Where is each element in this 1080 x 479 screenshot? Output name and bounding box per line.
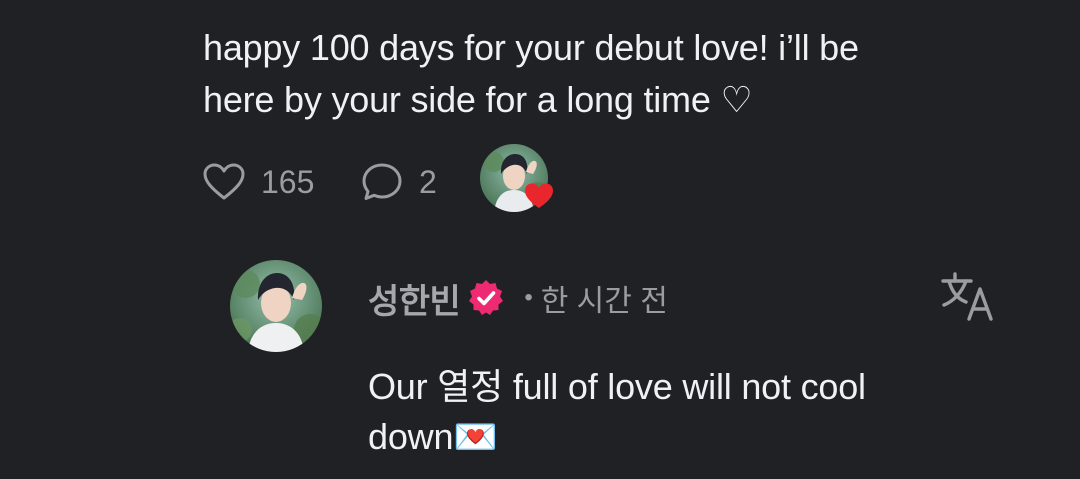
comment-body: happy 100 days for your debut love! i’ll… bbox=[203, 22, 1003, 126]
reply-line-2: down💌 bbox=[368, 416, 498, 457]
reply-header: 성한빈 • 한 시간 전 bbox=[368, 278, 668, 321]
reply-body: Our 열정 full of love will not cool down💌 bbox=[368, 362, 1028, 462]
reply-timestamp: 한 시간 전 bbox=[540, 285, 668, 318]
like-count: 165 bbox=[261, 163, 315, 200]
red-heart-icon bbox=[525, 183, 553, 208]
reply-button[interactable]: 2 bbox=[361, 150, 437, 214]
translate-button[interactable] bbox=[940, 270, 996, 322]
comment-line-1: happy 100 days for your debut love! i’ll… bbox=[203, 27, 859, 68]
reply-line-1: Our 열정 full of love will not cool bbox=[368, 366, 866, 407]
comment-line-2: here by your side for a long time ♡ bbox=[203, 79, 753, 120]
reply-count: 2 bbox=[419, 163, 437, 200]
creator-liked-indicator bbox=[480, 144, 560, 216]
reply-author-avatar[interactable] bbox=[230, 260, 322, 352]
verified-badge-icon bbox=[469, 280, 504, 315]
reply-item: 성한빈 • 한 시간 전 Our 열정 full of love will no… bbox=[230, 260, 1050, 460]
translate-icon bbox=[941, 272, 993, 321]
comment-thread: happy 100 days for your debut love! i’ll… bbox=[0, 0, 1080, 479]
like-button[interactable]: 165 bbox=[203, 150, 314, 214]
reply-author-name[interactable]: 성한빈 bbox=[368, 274, 461, 323]
speech-bubble-icon bbox=[362, 163, 402, 200]
heart-outline-icon bbox=[203, 163, 245, 200]
time-separator: • bbox=[524, 284, 533, 311]
